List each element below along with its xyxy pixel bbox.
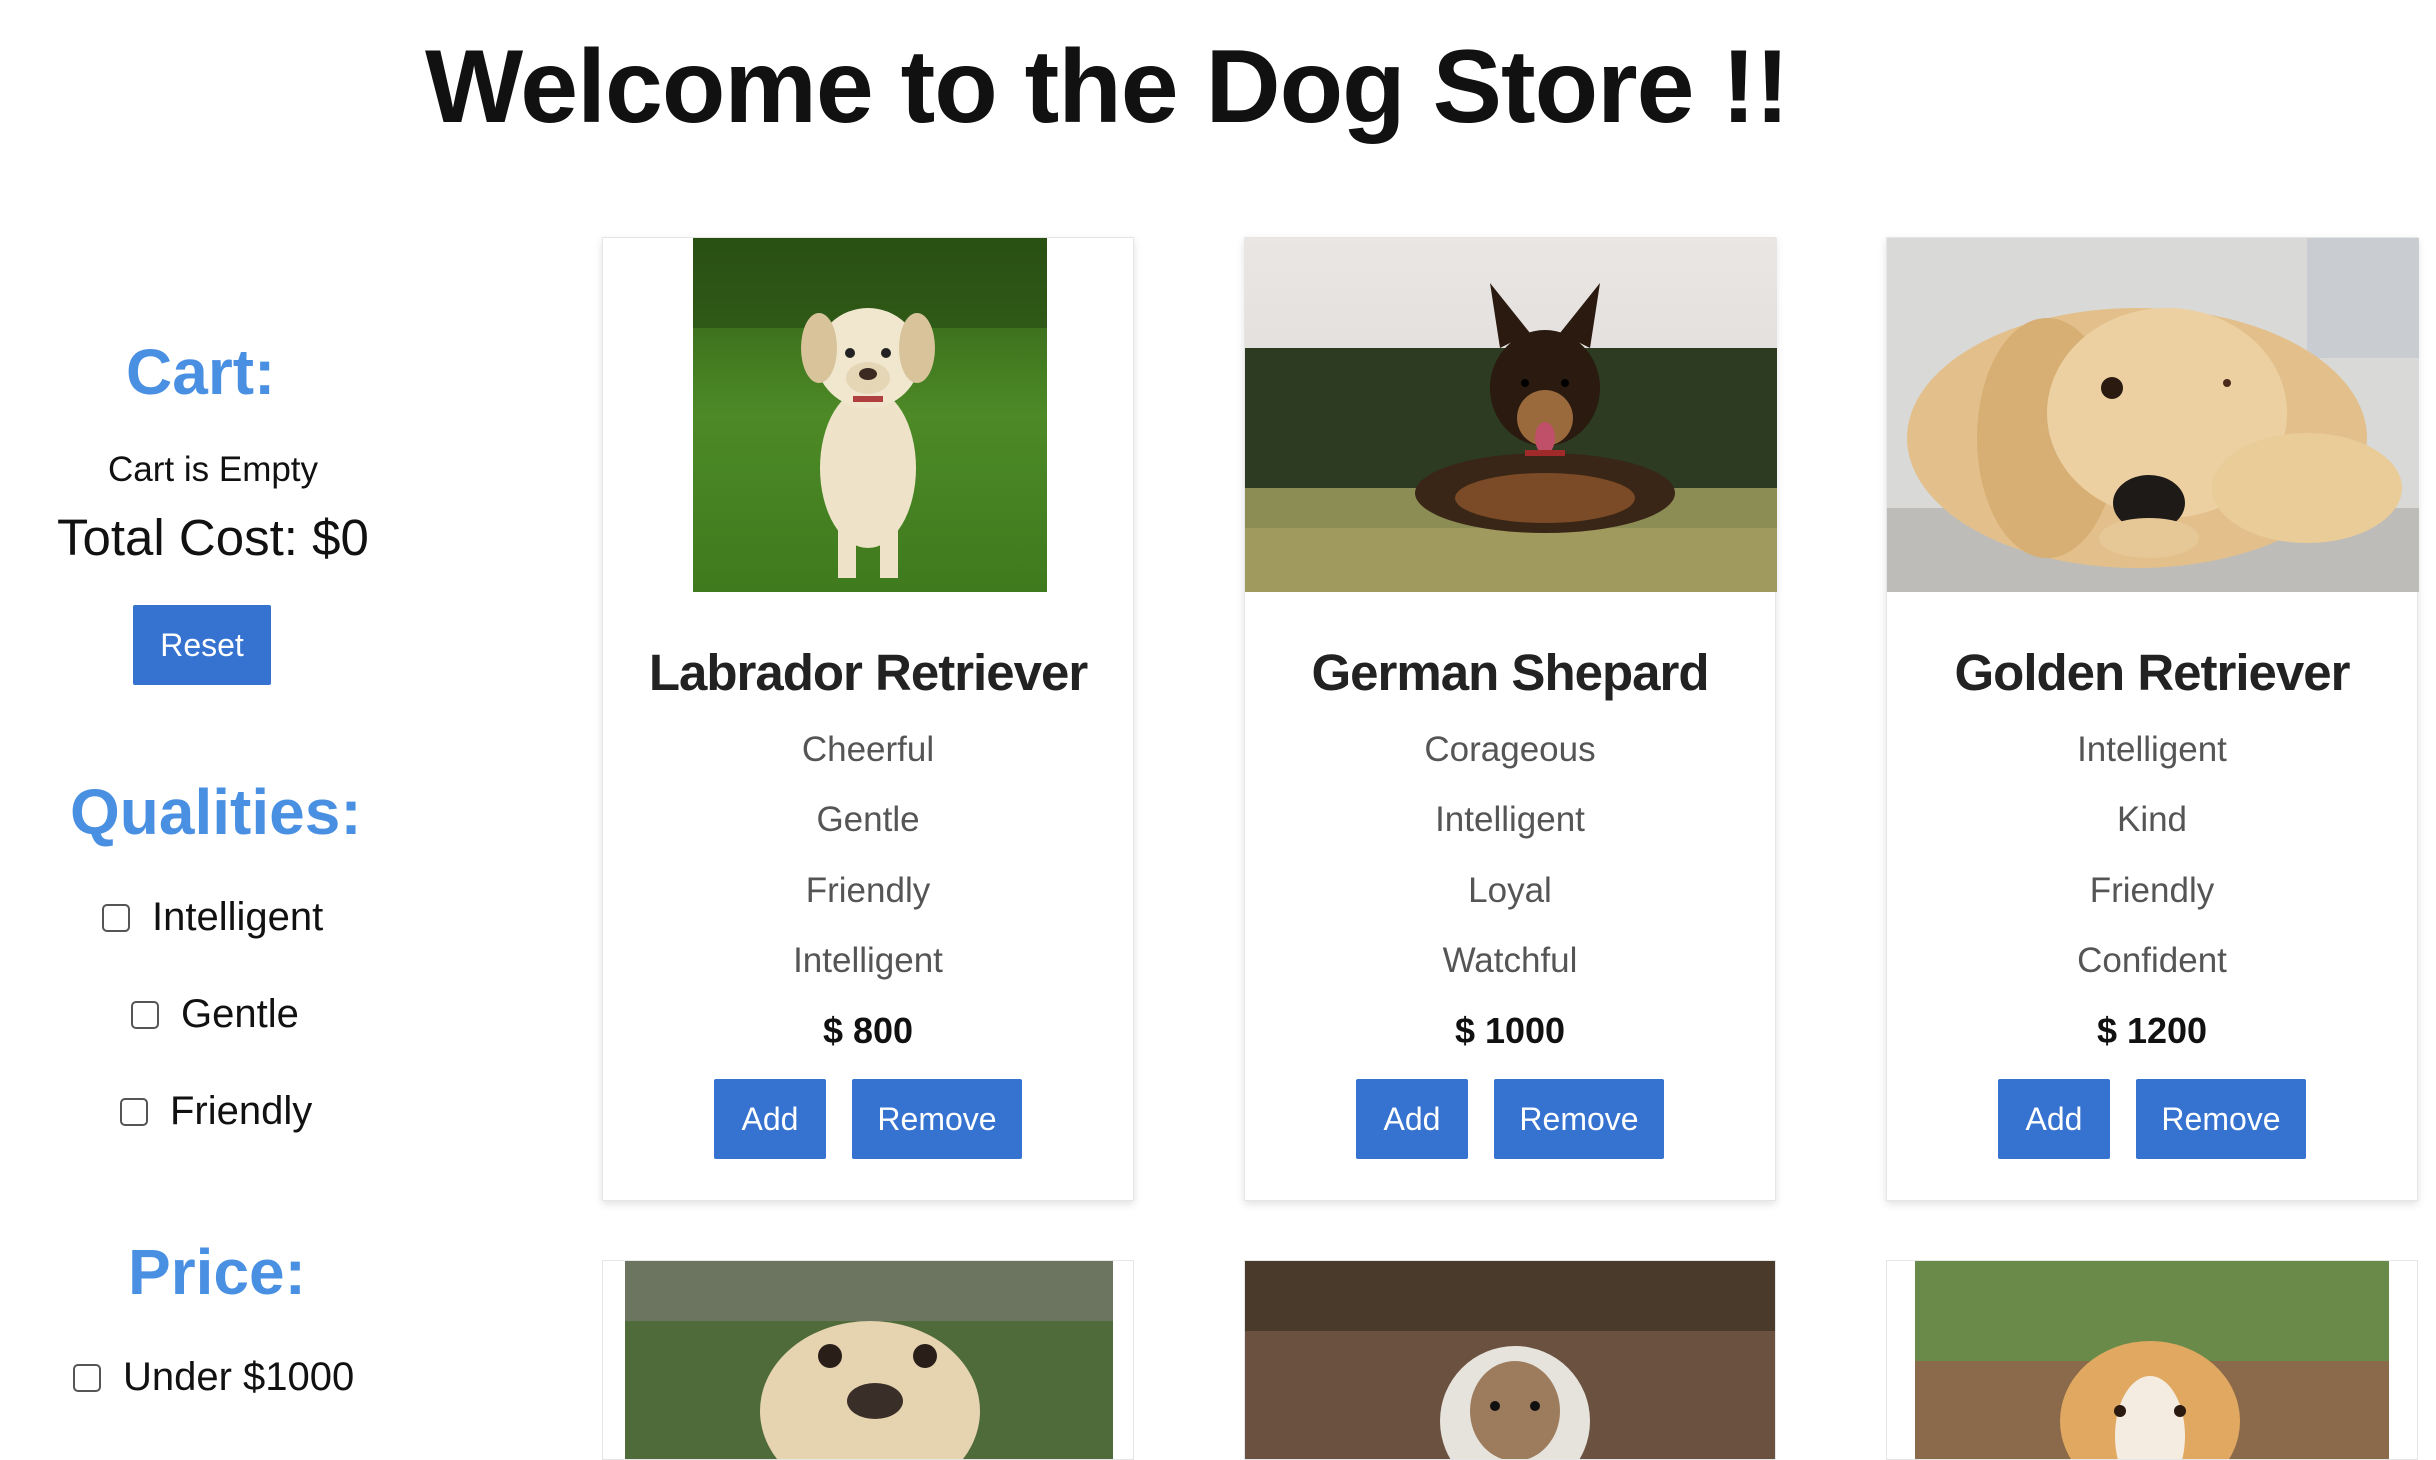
add-button[interactable]: Add (714, 1079, 826, 1159)
cart-heading: Cart: (126, 336, 276, 408)
checkbox-intelligent[interactable] (102, 903, 130, 932)
dog-image-french-bulldog (625, 1261, 1113, 1459)
checkbox-gentle[interactable] (131, 1000, 159, 1029)
dog-quality: Friendly (2089, 871, 2215, 910)
dog-name: Labrador Retriever (648, 644, 1088, 701)
dog-card-german-shepard: German Shepard Corageous Intelligent Loy… (1244, 237, 1777, 1201)
card-actions: Add Remove (603, 1079, 1133, 1159)
dog-quality: Corageous (1424, 730, 1596, 769)
dog-price: $ 1200 (2096, 1010, 2208, 1051)
dog-quality: Intelligent (793, 941, 943, 980)
dog-quality: Gentle (816, 800, 920, 839)
filter-quality-intelligent[interactable]: Intelligent (102, 895, 323, 940)
remove-button[interactable]: Remove (1494, 1079, 1664, 1159)
dog-name: Golden Retriever (1954, 644, 2351, 701)
total-cost: Total Cost: $0 (57, 509, 369, 566)
page-title: Welcome to the Dog Store !! (425, 29, 1790, 145)
dog-name: German Shepard (1311, 644, 1710, 701)
card-actions: Add Remove (1245, 1079, 1775, 1159)
dog-quality: Loyal (1468, 871, 1552, 910)
dog-quality: Confident (2077, 941, 2227, 980)
dog-quality: Intelligent (1435, 800, 1585, 839)
filter-label-under-1000: Under $1000 (123, 1355, 355, 1399)
reset-button[interactable]: Reset (133, 605, 271, 685)
dog-quality: Friendly (805, 871, 931, 910)
sidebar: Cart: Cart is Empty Total Cost: $0 Reset… (0, 0, 430, 1399)
dog-quality: Watchful (1442, 941, 1578, 980)
cart-status: Cart is Empty (108, 450, 319, 489)
checkbox-under-1000[interactable] (73, 1363, 101, 1392)
checkbox-friendly[interactable] (120, 1097, 148, 1126)
dog-image-beagle (1915, 1261, 2389, 1459)
dog-price: $ 800 (822, 1010, 914, 1051)
dog-image-german-shepard (1245, 238, 1777, 592)
remove-button[interactable]: Remove (852, 1079, 1022, 1159)
price-heading: Price: (128, 1236, 306, 1308)
filter-quality-friendly[interactable]: Friendly (120, 1089, 312, 1134)
dog-quality: Intelligent (2077, 730, 2227, 769)
dog-card-english-bulldog (1244, 1260, 1776, 1460)
dog-image-labrador (693, 238, 1047, 592)
add-button[interactable]: Add (1998, 1079, 2110, 1159)
filter-label-friendly: Friendly (170, 1089, 313, 1133)
filter-price-under-1000[interactable]: Under $1000 (73, 1355, 354, 1400)
dog-image-english-bulldog (1245, 1261, 1775, 1459)
filter-quality-gentle[interactable]: Gentle (131, 992, 299, 1037)
dog-card-bulldog-french (602, 1260, 1134, 1460)
dog-card-golden-retriever: Golden Retriever Intelligent Kind Friend… (1886, 237, 2419, 1201)
dog-card-beagle (1886, 1260, 2418, 1460)
add-button[interactable]: Add (1356, 1079, 1468, 1159)
qualities-heading: Qualities: (70, 776, 362, 848)
remove-button[interactable]: Remove (2136, 1079, 2306, 1159)
filter-label-intelligent: Intelligent (152, 895, 324, 939)
dog-quality: Kind (2116, 800, 2188, 839)
filter-label-gentle: Gentle (181, 992, 299, 1036)
dog-image-golden-retriever (1887, 238, 2419, 592)
dog-quality: Cheerful (801, 730, 935, 769)
dog-price: $ 1000 (1454, 1010, 1566, 1051)
dog-card-labrador: Labrador Retriever Cheerful Gentle Frien… (602, 237, 1134, 1201)
card-actions: Add Remove (1887, 1079, 2417, 1159)
